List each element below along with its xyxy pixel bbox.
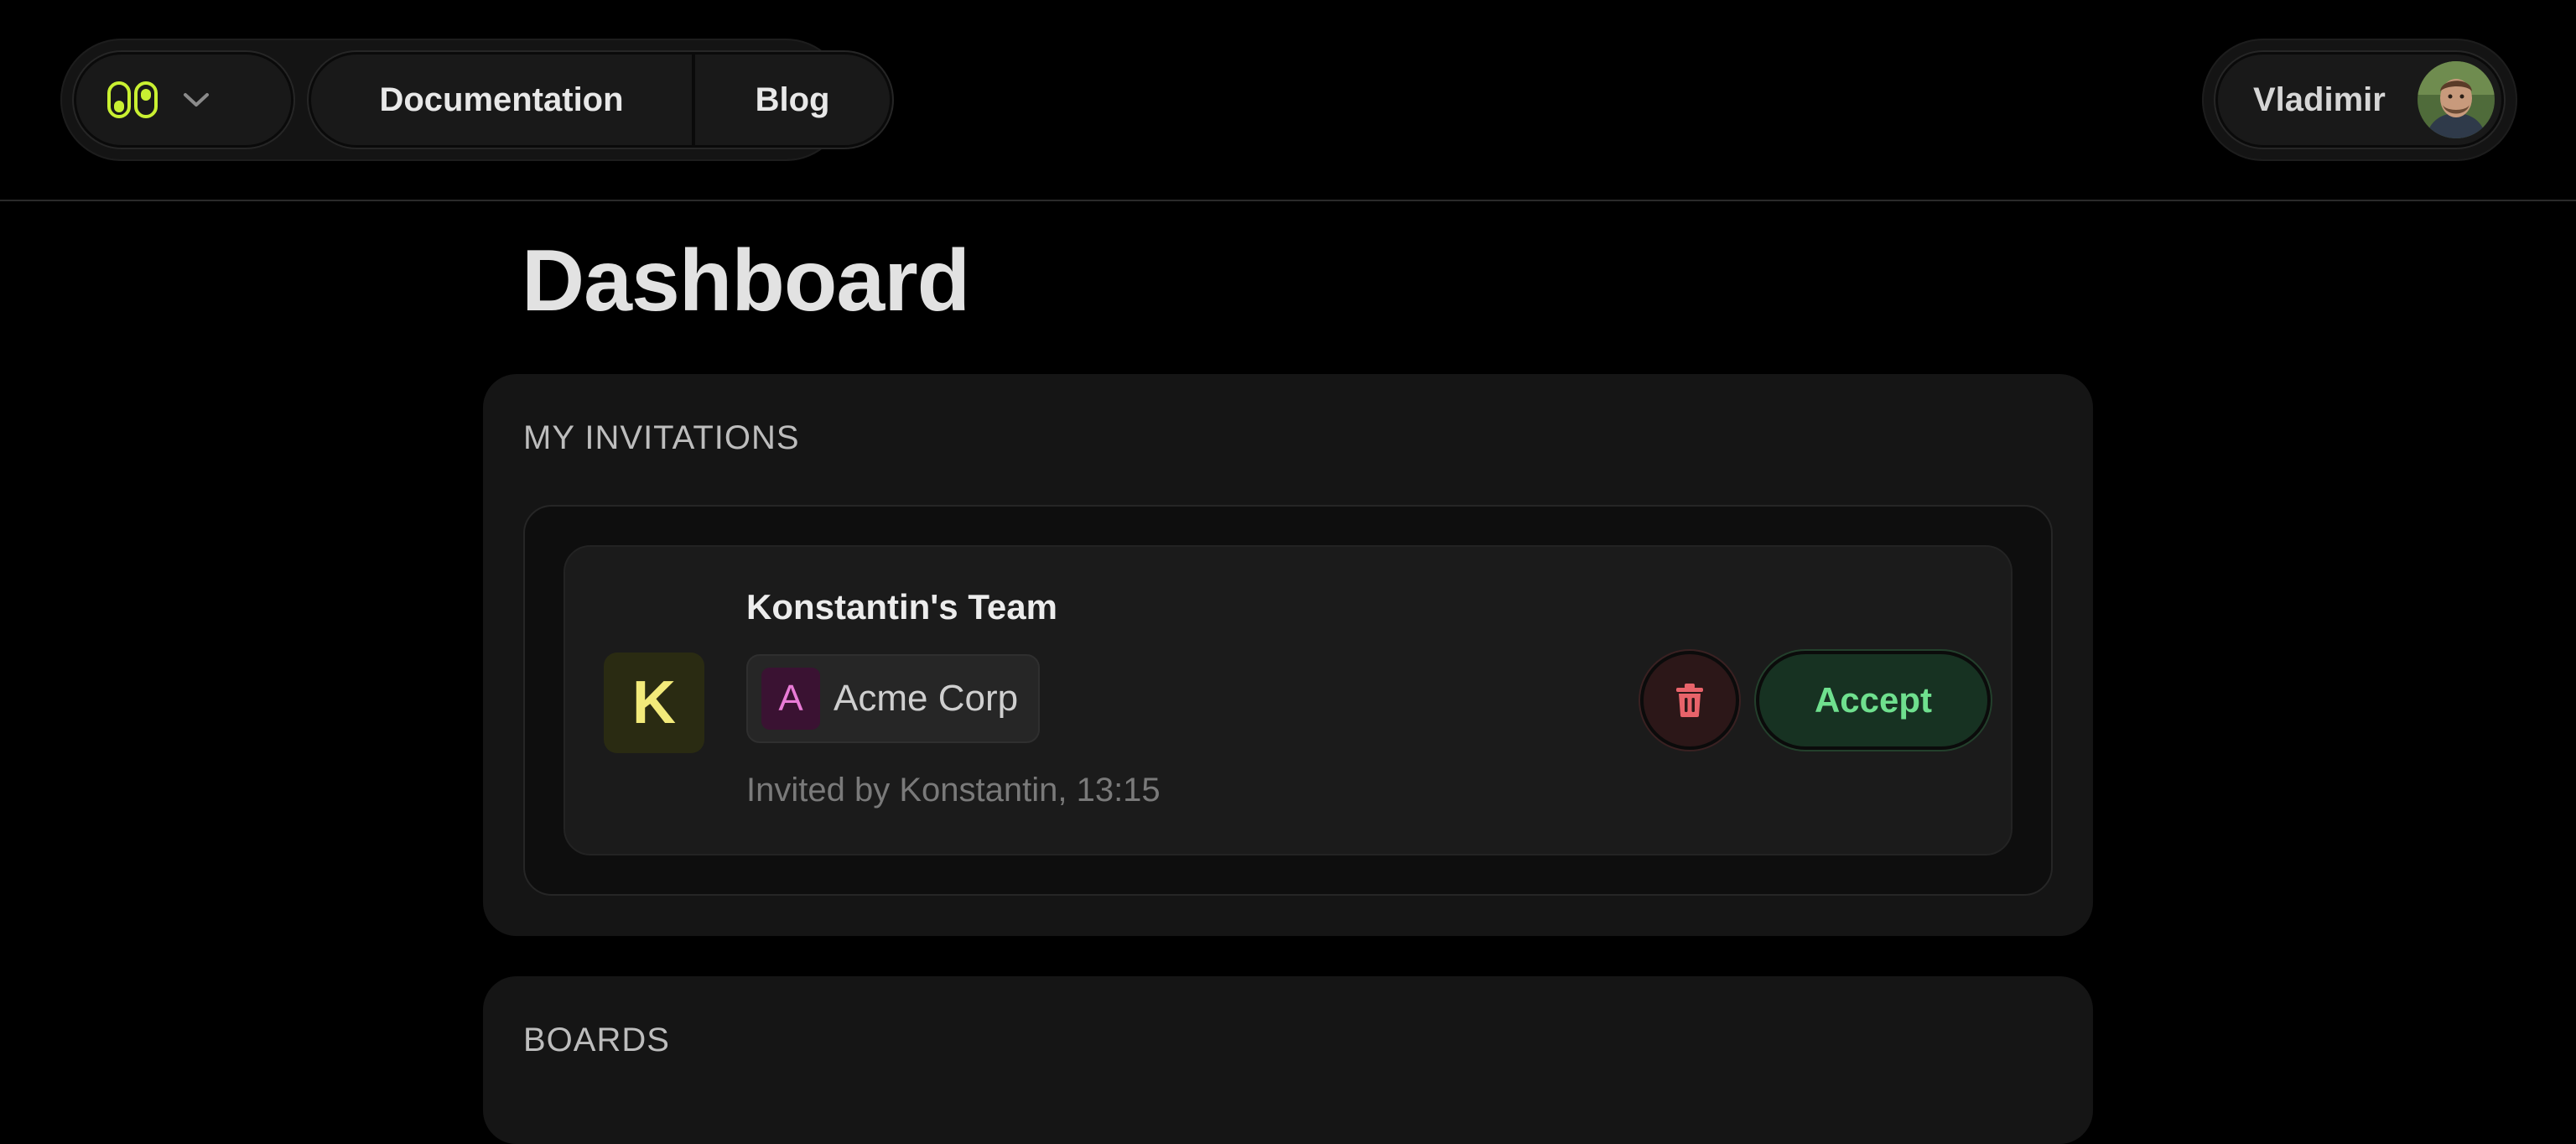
organization-chip: A Acme Corp [746,654,1041,743]
boards-panel: BOARDS [483,976,2093,1144]
organization-avatar: A [761,668,820,730]
team-avatar: K [604,653,704,753]
invitations-list: K Konstantin's Team A Acme Corp Invited … [523,505,2053,896]
accept-invitation-button[interactable]: Accept [1756,651,1991,750]
decline-invitation-button[interactable] [1640,651,1739,750]
user-name: Vladimir [2253,81,2386,118]
chevron-down-icon [184,93,209,107]
eyes-logo-icon [107,81,158,118]
invited-by-text: Invited by Konstantin, 13:15 [746,772,1161,809]
team-name: Konstantin's Team [746,587,1057,627]
top-bar: Documentation Blog Vladimir [0,0,2576,201]
nav-links: Documentation Blog [309,52,892,148]
invitations-panel: MY INVITATIONS K Konstantin's Team A Acm… [483,374,2093,936]
invitation-card: K Konstantin's Team A Acme Corp Invited … [564,545,2012,855]
invitations-section-label: MY INVITATIONS [523,419,800,456]
trash-icon [1676,684,1703,717]
nav-documentation-link[interactable]: Documentation [311,55,695,145]
nav-blog-link[interactable]: Blog [695,55,890,145]
workspace-switcher-button[interactable] [74,52,293,148]
main-nav: Documentation Blog [60,39,892,161]
boards-section-label: BOARDS [523,1022,670,1058]
avatar [2418,61,2495,138]
user-menu: Vladimir [2202,39,2517,161]
page-title: Dashboard [522,232,970,330]
organization-name: Acme Corp [834,678,1019,719]
user-menu-button[interactable]: Vladimir [2215,52,2504,148]
